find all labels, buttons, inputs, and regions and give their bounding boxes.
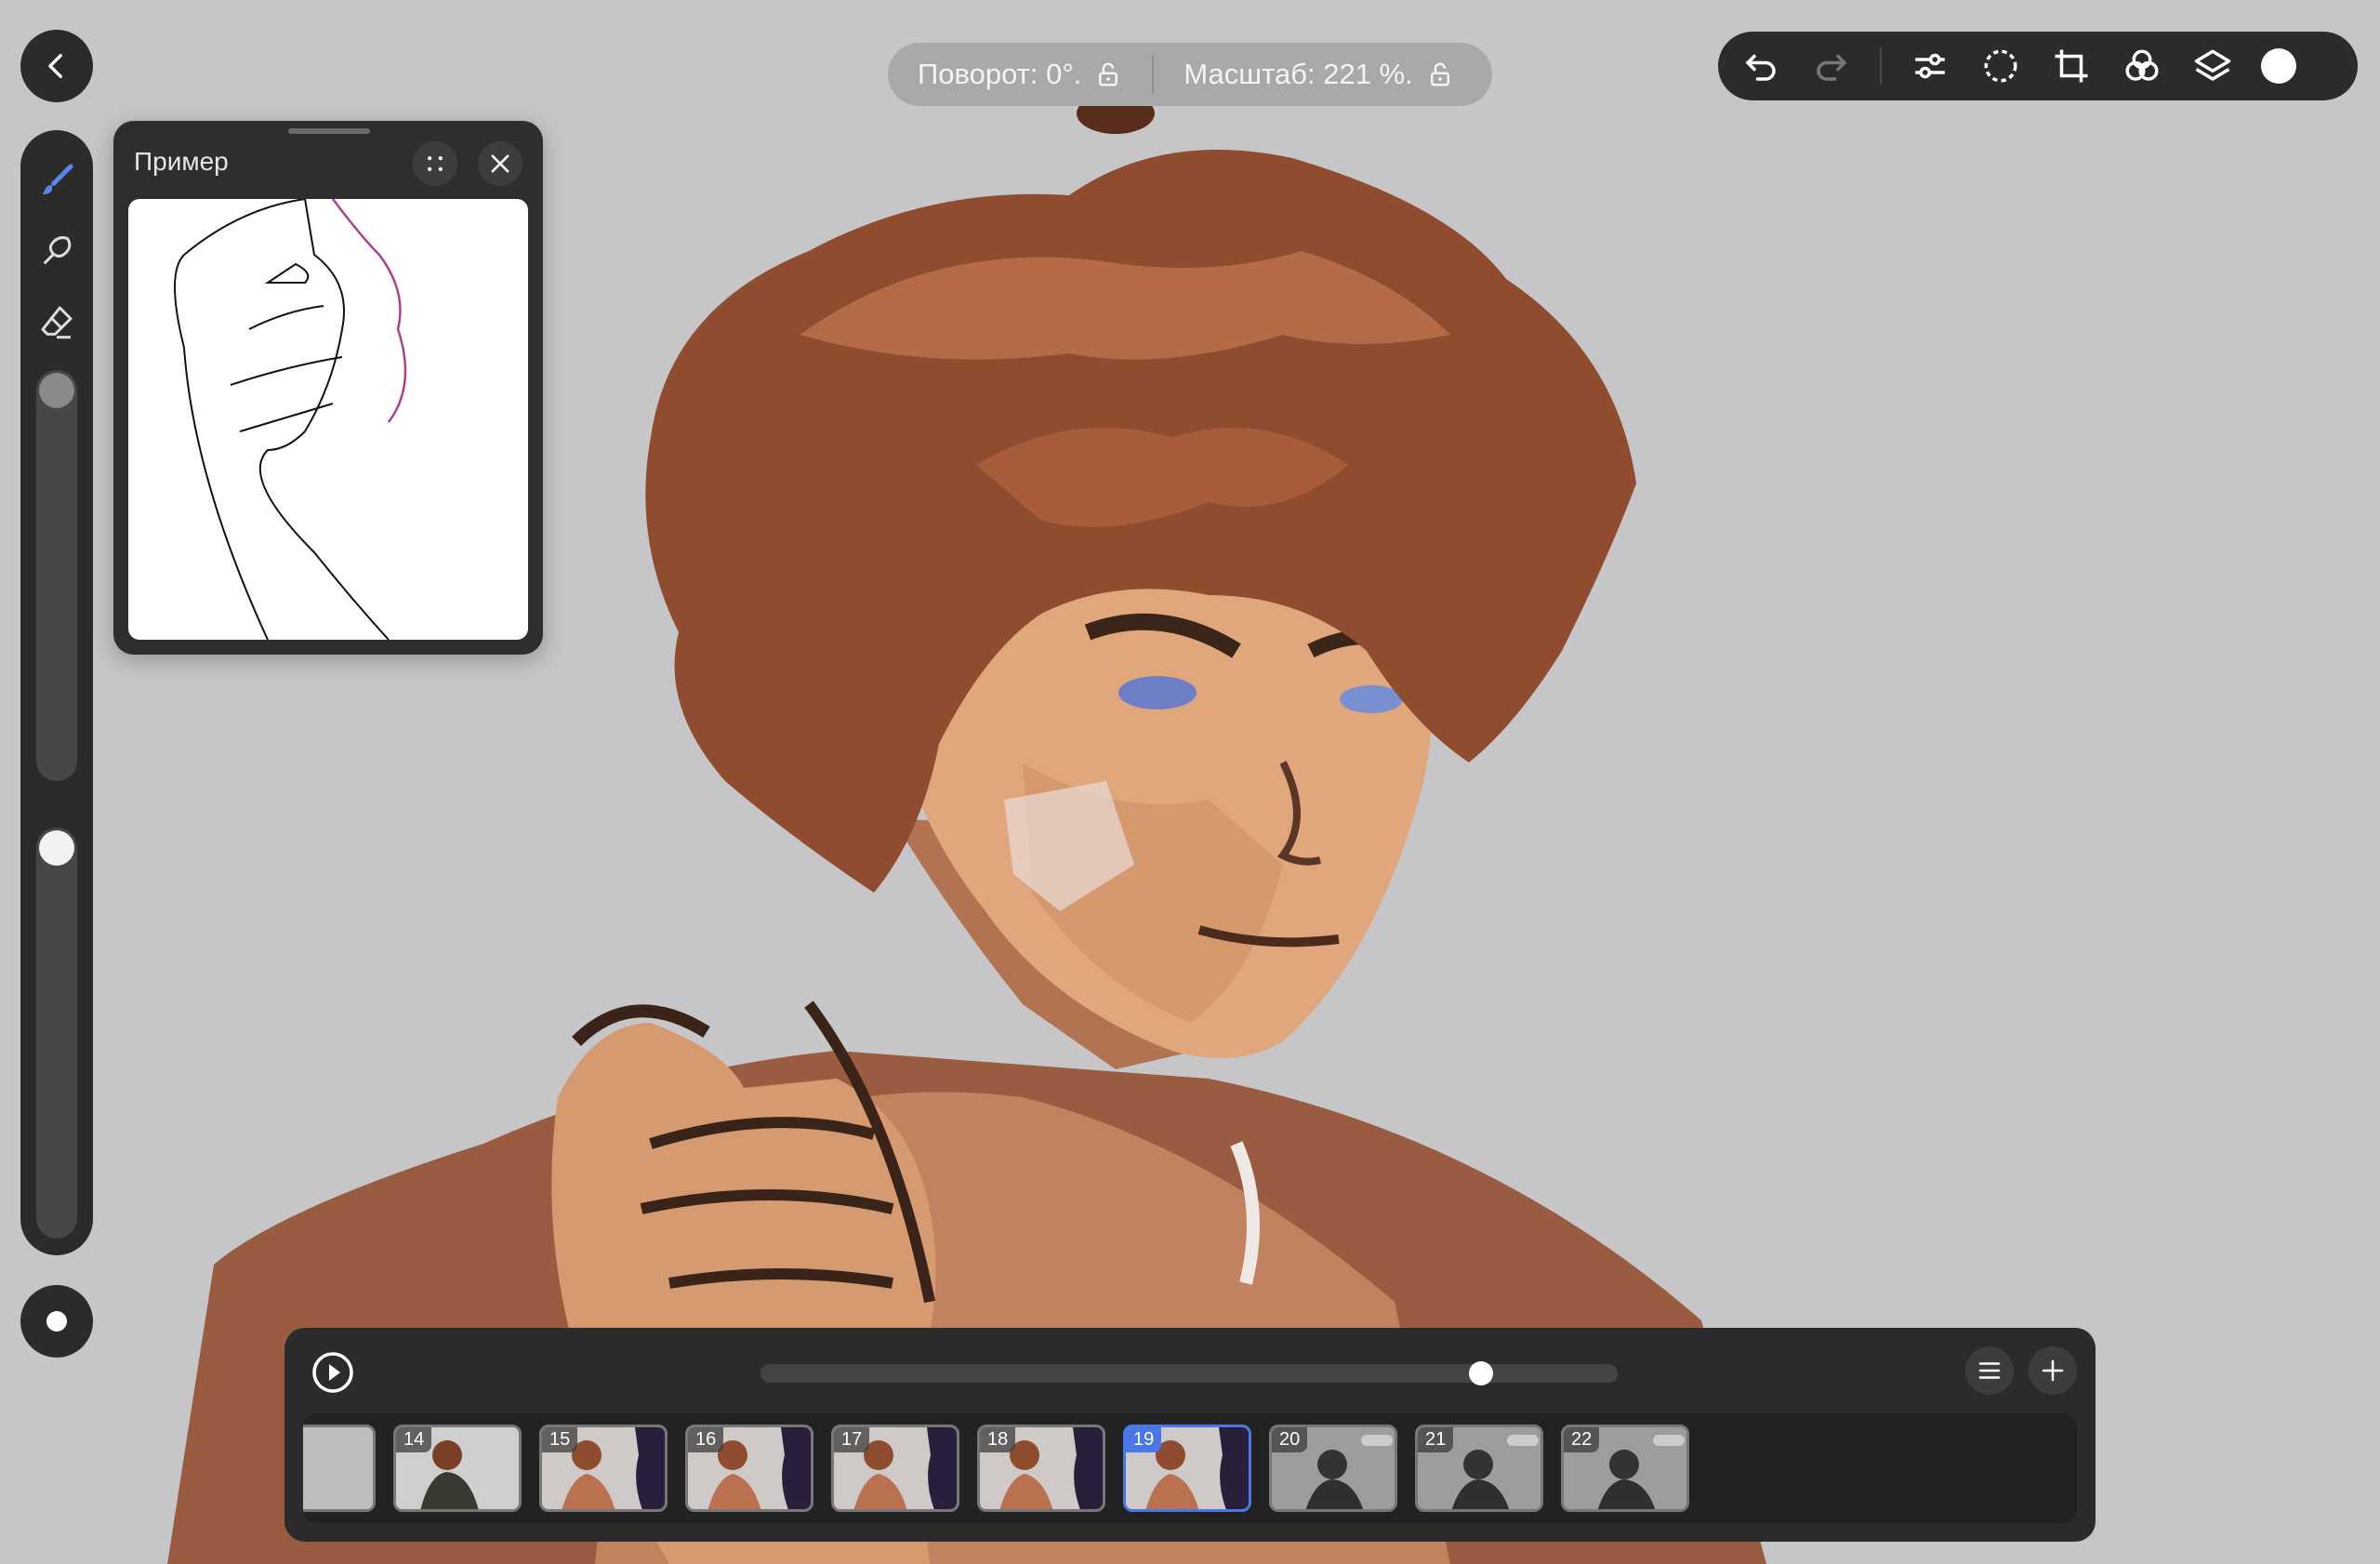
selection-icon (1984, 49, 2017, 83)
smudge-icon (43, 236, 72, 265)
brush-size-knob[interactable] (39, 373, 74, 408)
frame-thumbnail[interactable]: 20 (1269, 1425, 1397, 1512)
animation-timeline: 14 15 16 17 18 19 20 21 22 (284, 1328, 2096, 1542)
frames-strip: 14 15 16 17 18 19 20 21 22 (303, 1413, 2077, 1523)
rotation-readout[interactable]: Поворот: 0°. (918, 58, 1122, 91)
drag-handle[interactable] (288, 128, 370, 134)
layers-button[interactable] (2190, 44, 2235, 88)
play-button[interactable] (307, 1346, 359, 1398)
frame-thumbnail[interactable] (303, 1425, 376, 1512)
brush-icon (43, 164, 73, 194)
pill-divider (1152, 55, 1155, 94)
expand-icon (428, 156, 443, 171)
redo-button[interactable] (1809, 44, 1854, 88)
playhead-knob[interactable] (1468, 1361, 1493, 1385)
unlock-icon[interactable] (1094, 60, 1122, 88)
toolbar-divider (1880, 47, 1882, 85)
frame-number: 21 (1418, 1427, 1454, 1452)
frame-thumbnail-active[interactable]: 19 (1123, 1425, 1251, 1512)
chevron-left-icon (48, 53, 62, 79)
close-button[interactable] (478, 141, 522, 186)
unlock-icon[interactable] (1426, 60, 1454, 88)
playhead-scrubber[interactable] (760, 1361, 1618, 1385)
frame-number: 18 (980, 1427, 1016, 1452)
add-frame-button[interactable] (2029, 1346, 2077, 1395)
frame-number: 16 (688, 1427, 724, 1452)
zoom-readout[interactable]: Масштаб: 221 %. (1183, 58, 1453, 91)
frame-thumbnail[interactable]: 14 (393, 1425, 522, 1512)
modify-button[interactable] (20, 1285, 93, 1358)
opacity-knob[interactable] (39, 830, 74, 866)
frames-menu-button[interactable] (1965, 1346, 2014, 1395)
redo-icon (1817, 54, 1847, 81)
brush-tool[interactable] (34, 158, 79, 203)
eraser-icon (41, 306, 73, 339)
plus-icon (2042, 1359, 2064, 1382)
frame-thumbnail[interactable]: 17 (831, 1425, 959, 1512)
frame-number: 14 (396, 1427, 432, 1452)
frame-thumbnail[interactable]: 22 (1561, 1425, 1689, 1512)
reference-image (128, 199, 528, 640)
layers-icon (2194, 49, 2231, 81)
top-toolbar (1718, 32, 2358, 100)
blend-button[interactable] (2120, 44, 2164, 88)
canvas-info-pill: Поворот: 0°. Масштаб: 221 %. (888, 43, 1492, 106)
adjustments-icon (1915, 53, 1945, 79)
eraser-tool[interactable] (34, 299, 79, 344)
frame-number: 22 (1564, 1427, 1600, 1452)
back-button[interactable] (20, 30, 93, 102)
frame-thumbnail[interactable]: 18 (977, 1425, 1105, 1512)
undo-button[interactable] (1739, 44, 1783, 88)
frame-thumbnail[interactable]: 21 (1415, 1425, 1543, 1512)
smudge-tool[interactable] (34, 229, 79, 273)
transform-button[interactable] (2049, 44, 2094, 88)
zoom-label: Масштаб: 221 %. (1183, 58, 1413, 90)
adjustments-button[interactable] (1908, 44, 1952, 88)
close-icon (491, 154, 509, 173)
opacity-slider[interactable] (36, 828, 77, 1239)
brush-size-slider[interactable] (36, 370, 77, 781)
frame-number: 19 (1126, 1427, 1162, 1452)
selection-button[interactable] (1978, 44, 2023, 88)
frame-number: 15 (542, 1427, 578, 1452)
frame-number: 20 (1272, 1427, 1308, 1452)
blend-icon (2125, 49, 2159, 81)
expand-button[interactable] (413, 141, 457, 186)
dot-icon (46, 1311, 67, 1332)
frame-preview (303, 1427, 373, 1509)
frame-thumbnail[interactable]: 15 (539, 1425, 668, 1512)
rotation-label: Поворот: 0°. (918, 58, 1082, 90)
menu-icon (1978, 1362, 2001, 1379)
frame-number: 17 (834, 1427, 870, 1452)
play-icon (312, 1352, 353, 1393)
undo-icon (1745, 54, 1776, 81)
frame-thumbnail[interactable]: 16 (685, 1425, 813, 1512)
transform-icon (2055, 49, 2088, 83)
current-color-swatch[interactable] (2261, 48, 2296, 84)
reference-panel[interactable]: Пример (113, 121, 543, 655)
reference-title: Пример (134, 147, 229, 176)
left-tool-rail (20, 130, 93, 1255)
